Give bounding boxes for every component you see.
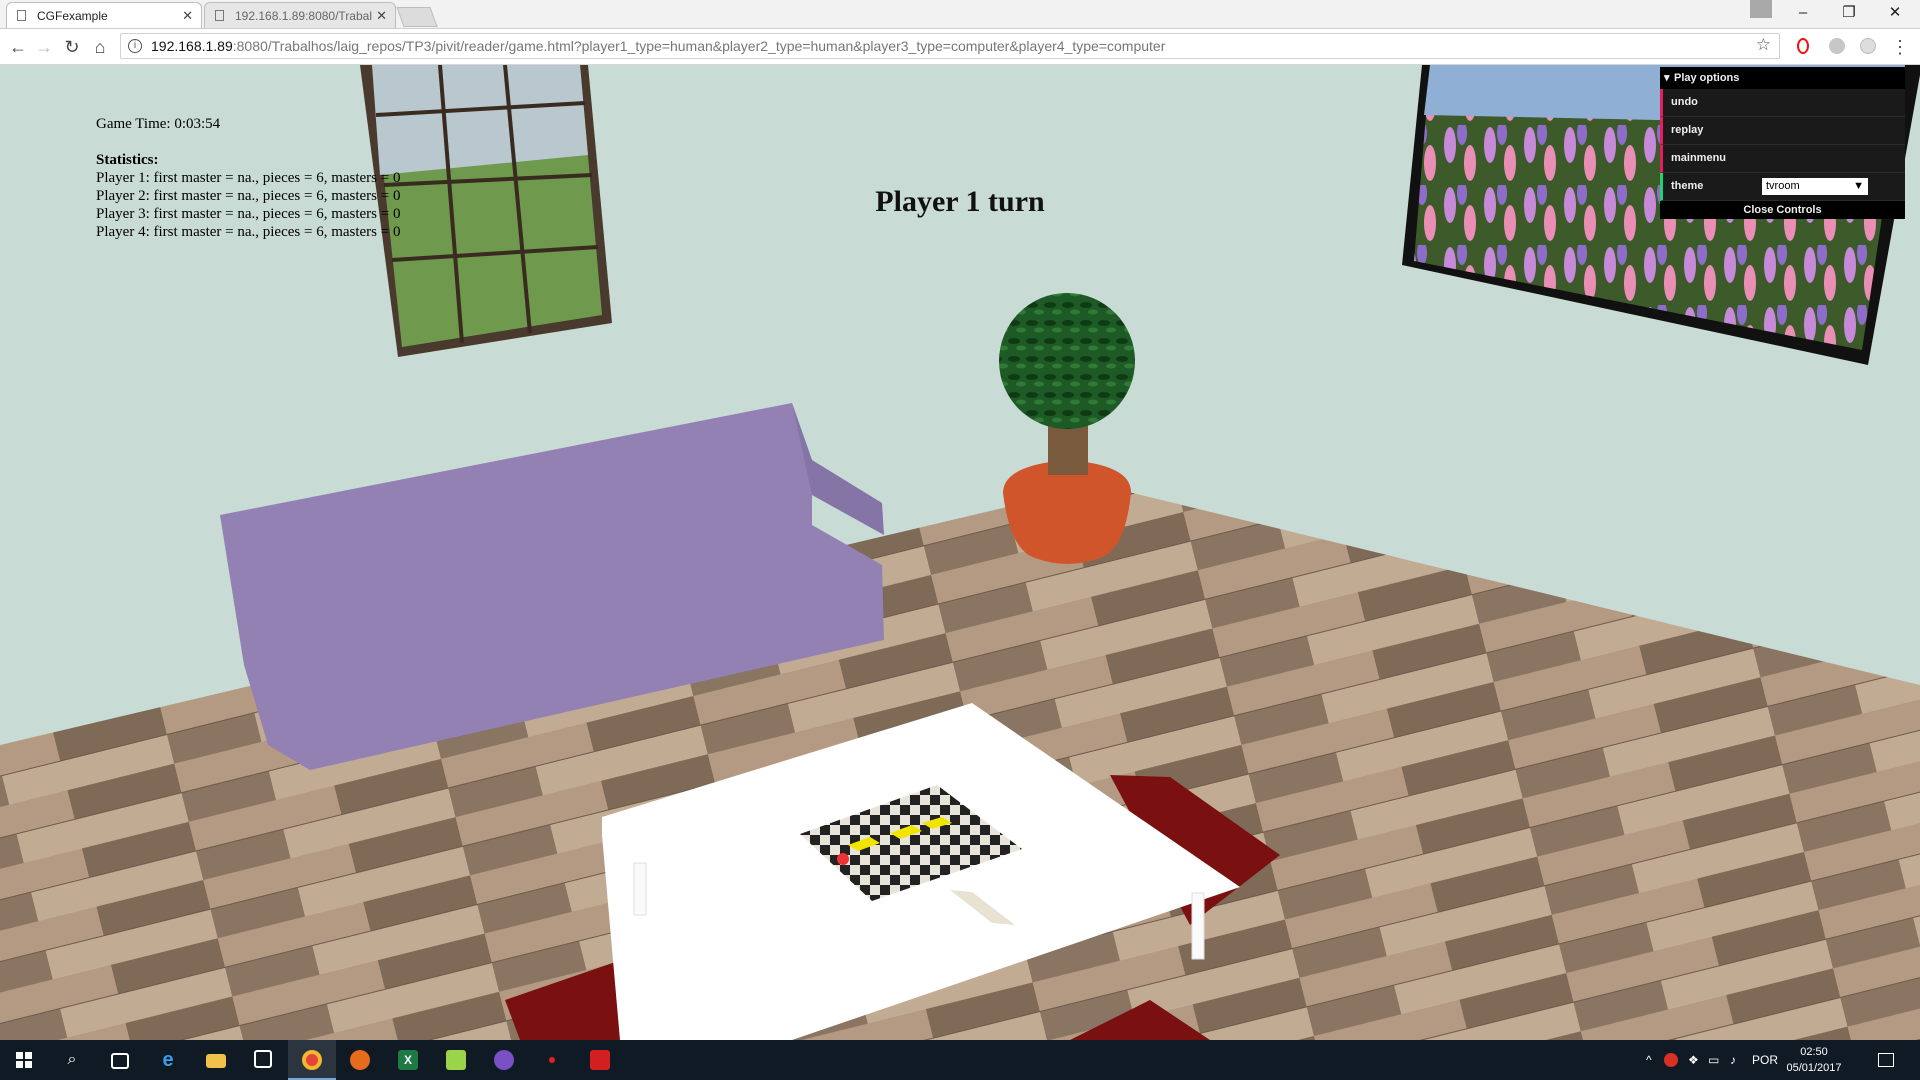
theme-value: tvroom: [1766, 180, 1800, 192]
back-arrow-icon[interactable]: ←: [6, 35, 30, 59]
play-options-panel: Play options undo replay mainmenu theme …: [1660, 67, 1905, 219]
notifications-icon[interactable]: [1878, 1040, 1894, 1080]
close-tab-icon[interactable]: ✕: [182, 3, 193, 28]
clock-date: 05/01/2017: [1786, 1062, 1842, 1074]
mainmenu-button[interactable]: mainmenu: [1660, 145, 1905, 173]
undo-button[interactable]: undo: [1660, 89, 1905, 117]
url-text: 192.168.1.89:8080/Trabalhos/laig_repos/T…: [151, 34, 1165, 58]
new-tab-button[interactable]: [396, 7, 438, 27]
tab-game-url[interactable]: 192.168.1.89:8080/Trabal ✕: [204, 2, 396, 28]
document-icon: [17, 10, 26, 21]
firefox-icon[interactable]: [336, 1040, 384, 1080]
chrome-menu-icon[interactable]: ⋮: [1888, 35, 1912, 59]
start-icon[interactable]: [0, 1040, 48, 1080]
bookmark-star-icon[interactable]: ☆: [1756, 35, 1771, 55]
game-hud: Game Time: 0:03:54 Statistics: Player 1:…: [96, 115, 400, 241]
red-app-icon[interactable]: [528, 1040, 576, 1080]
undo-label: undo: [1671, 96, 1698, 108]
mainmenu-label: mainmenu: [1671, 152, 1727, 164]
file-explorer-icon[interactable]: [192, 1040, 240, 1080]
turn-indicator: Player 1 turn: [875, 185, 1045, 218]
restore-button[interactable]: ❐: [1826, 0, 1872, 28]
statistics-title: Statistics:: [96, 152, 159, 168]
theme-row: theme tvroom ▼: [1660, 173, 1905, 201]
opera-extension-icon[interactable]: [1797, 38, 1809, 54]
game-time: Game Time: 0:03:54: [96, 116, 221, 132]
tab-title: CGFexample: [37, 9, 108, 23]
tor-icon[interactable]: [480, 1040, 528, 1080]
browser-toolbar: ← → ↻ ⌂ i 192.168.1.89:8080/Trabalhos/la…: [0, 29, 1920, 65]
url-host: 192.168.1.89: [151, 38, 233, 54]
document-icon: [215, 10, 224, 21]
task-view-icon[interactable]: [96, 1040, 144, 1080]
edge-icon[interactable]: e: [144, 1040, 192, 1080]
forward-arrow-icon[interactable]: →: [32, 35, 56, 59]
browser-tab-strip: CGFexample ✕ 192.168.1.89:8080/Trabal ✕ …: [0, 0, 1920, 29]
address-bar[interactable]: i 192.168.1.89:8080/Trabalhos/laig_repos…: [120, 33, 1780, 59]
search-icon[interactable]: ⌕: [48, 1040, 96, 1080]
info-icon[interactable]: i: [128, 39, 142, 53]
windows-taskbar: ⌕ e X ^ ❖ ▭ ♪ POR 02:50 05/01/2017: [0, 1040, 1920, 1080]
cloud-extension-icon[interactable]: [1829, 38, 1845, 54]
play-options-header[interactable]: Play options: [1660, 67, 1905, 89]
profile-icon[interactable]: [1750, 0, 1772, 18]
replay-button[interactable]: replay: [1660, 117, 1905, 145]
language-indicator[interactable]: POR: [1752, 1040, 1778, 1080]
reload-icon[interactable]: ↻: [60, 35, 84, 59]
volume-icon[interactable]: ♪: [1730, 1040, 1736, 1080]
windows-logo-icon: [16, 1052, 32, 1068]
clock[interactable]: 02:50 05/01/2017: [1780, 1044, 1848, 1076]
tab-title: 192.168.1.89:8080/Trabal: [235, 9, 372, 23]
url-path: :8080/Trabalhos/laig_repos/TP3/pivit/rea…: [232, 38, 1166, 54]
show-hidden-icons-icon[interactable]: ^: [1646, 1040, 1652, 1080]
close-tab-icon[interactable]: ✕: [376, 3, 387, 28]
play-extension-icon[interactable]: [1860, 38, 1876, 54]
dropdown-arrow-icon: ▼: [1853, 180, 1864, 192]
acrobat-icon[interactable]: [576, 1040, 624, 1080]
tab-cgfexample[interactable]: CGFexample ✕: [6, 2, 202, 28]
excel-icon[interactable]: X: [384, 1040, 432, 1080]
network-icon[interactable]: ▭: [1708, 1040, 1719, 1080]
close-controls-button[interactable]: Close Controls: [1660, 201, 1905, 219]
notepad-plus-icon[interactable]: [432, 1040, 480, 1080]
theme-label: theme: [1671, 180, 1704, 192]
minimize-button[interactable]: –: [1780, 0, 1826, 28]
store-icon[interactable]: [240, 1040, 288, 1080]
chrome-icon[interactable]: [288, 1040, 336, 1080]
webgl-canvas[interactable]: Game Time: 0:03:54 Statistics: Player 1:…: [0, 65, 1920, 1040]
home-icon[interactable]: ⌂: [88, 35, 112, 59]
dropbox-icon[interactable]: ❖: [1688, 1040, 1699, 1080]
close-window-button[interactable]: ✕: [1872, 0, 1918, 28]
replay-label: replay: [1671, 124, 1704, 136]
clock-time: 02:50: [1800, 1046, 1828, 1058]
theme-select[interactable]: tvroom ▼: [1762, 178, 1868, 195]
gmail-icon[interactable]: [1664, 1040, 1678, 1080]
player-stats: Player 4: first master = na., pieces = 6…: [96, 224, 401, 240]
